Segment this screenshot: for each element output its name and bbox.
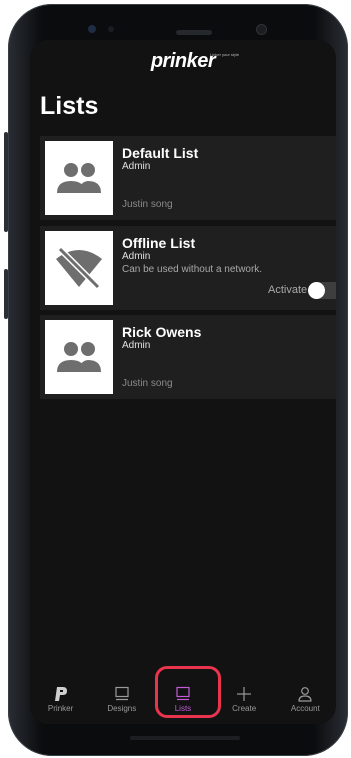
list-role: Admin <box>122 161 151 172</box>
app-screen: prinker Linker your style Lists Default … <box>30 40 336 724</box>
plus-icon <box>237 687 252 701</box>
group-icon <box>57 342 101 372</box>
list-card-rick-owens[interactable]: Rick Owens Admin Justin song <box>40 315 336 399</box>
sensor-icon <box>108 26 114 32</box>
app-logo: prinker <box>150 50 216 72</box>
list-description: Can be used without a network. <box>122 264 263 275</box>
list-role: Admin <box>122 251 151 262</box>
logo-tagline: Linker your style <box>210 52 240 57</box>
list-thumbnail <box>45 320 113 394</box>
front-camera-icon <box>88 25 96 33</box>
list-thumbnail <box>45 141 113 215</box>
nav-label: Account <box>290 704 320 713</box>
phone-frame: prinker Linker your style Lists Default … <box>4 4 348 756</box>
page-title: Lists <box>40 92 99 120</box>
nav-label: Create <box>232 704 257 713</box>
list-thumbnail <box>45 231 113 305</box>
list-title: Default List <box>122 145 199 161</box>
activate-label: Activate <box>268 284 308 296</box>
nav-item-prinker[interactable]: Prinker <box>31 680 91 713</box>
side-button <box>4 132 8 232</box>
prinker-logo-icon <box>54 687 67 701</box>
nav-label: Prinker <box>47 704 74 713</box>
group-icon <box>57 163 101 193</box>
activate-toggle[interactable] <box>308 282 336 299</box>
nav-item-create[interactable]: Create <box>214 680 274 713</box>
list-owner: Justin song <box>122 378 173 389</box>
highlight-box <box>155 666 221 718</box>
list-title: Offline List <box>122 235 196 251</box>
toggle-knob <box>308 282 325 299</box>
nav-item-designs[interactable]: Designs <box>92 680 152 713</box>
proximity-sensor-icon <box>256 24 267 35</box>
nav-item-account[interactable]: Account <box>275 680 335 713</box>
home-indicator <box>130 736 240 740</box>
list-card-default[interactable]: Default List Admin Justin song <box>40 136 336 220</box>
list-card-offline[interactable]: Offline List Admin Can be used without a… <box>40 226 336 310</box>
wifi-off-icon <box>56 246 102 290</box>
list-owner: Justin song <box>122 199 173 210</box>
list-role: Admin <box>122 340 151 351</box>
side-button <box>4 269 8 319</box>
list-title: Rick Owens <box>122 324 202 340</box>
speaker-grille <box>176 30 212 35</box>
account-icon <box>298 687 312 702</box>
nav-label: Designs <box>107 704 137 713</box>
designs-icon <box>115 686 129 701</box>
